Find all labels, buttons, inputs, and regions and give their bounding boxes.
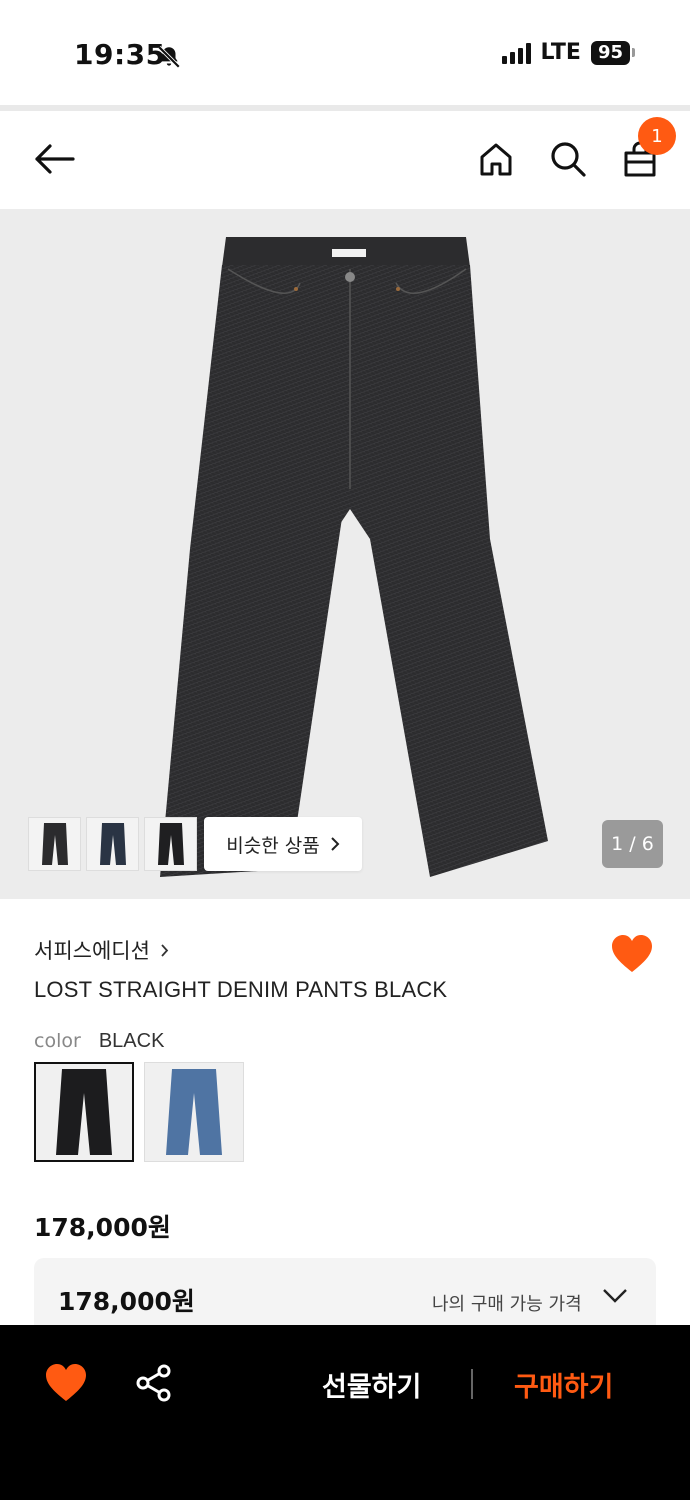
wishlist-heart-icon[interactable] [610, 932, 654, 976]
jeans-thumb-icon [41, 823, 68, 865]
bell-muted-icon [157, 45, 181, 69]
product-title: LOST STRAIGHT DENIM PANTS BLACK [34, 977, 448, 1002]
my-price-value: 178,000원 [58, 1287, 195, 1316]
jeans-swatch-icon [56, 1069, 112, 1155]
back-arrow-icon [35, 144, 75, 174]
my-price-label: 나의 구매 가능 가격 [432, 1294, 582, 1315]
buy-button[interactable]: 구매하기 [514, 1365, 613, 1404]
bottom-bar-divider [471, 1369, 473, 1399]
home-button[interactable] [474, 137, 518, 181]
status-time: 19:35 [74, 38, 166, 71]
bottom-action-bar: 선물하기 구매하기 [0, 1325, 690, 1500]
thumbnail-strip [28, 817, 197, 871]
signal-icon [501, 42, 531, 64]
similar-products-button[interactable]: 비슷한 상품 [204, 817, 362, 871]
status-bar: 19:35 LTE 95 [0, 0, 690, 106]
swatch-black[interactable] [34, 1062, 134, 1162]
product-image [160, 237, 548, 877]
jeans-thumb-icon [157, 823, 184, 865]
product-price: 178,000원 [34, 1213, 171, 1242]
network-type: LTE [540, 40, 581, 65]
swatch-blue[interactable] [144, 1062, 244, 1162]
top-nav [0, 111, 690, 209]
battery-icon: 95 [590, 40, 636, 65]
gift-button[interactable]: 선물하기 [322, 1365, 421, 1404]
thumbnail-navy[interactable] [86, 817, 139, 871]
cart-count-badge: 1 [638, 117, 676, 155]
share-icon[interactable] [134, 1363, 174, 1403]
chevron-down-icon [603, 1289, 627, 1303]
color-value: BLACK [98, 1030, 165, 1052]
brand-link[interactable]: 서피스에디션 [34, 935, 169, 965]
thumbnail-black-back[interactable] [144, 817, 197, 871]
chevron-right-icon [161, 943, 169, 957]
search-button[interactable] [546, 137, 590, 181]
gallery-page-counter: 1 / 6 [602, 820, 663, 868]
back-button[interactable] [32, 137, 76, 181]
search-icon [551, 142, 586, 177]
brand-name: 서피스에디션 [34, 939, 150, 963]
color-label: color [34, 1030, 81, 1052]
color-swatches [34, 1062, 244, 1162]
similar-products-label: 비슷한 상품 [226, 834, 320, 857]
product-image-gallery[interactable] [0, 209, 690, 899]
thumbnail-black-front[interactable] [28, 817, 81, 871]
home-icon [480, 143, 512, 176]
chevron-right-icon [331, 837, 340, 851]
jeans-swatch-icon [166, 1069, 222, 1155]
jeans-thumb-icon [99, 823, 126, 865]
color-row: color BLACK [34, 1030, 164, 1053]
wishlist-heart-icon[interactable] [44, 1361, 88, 1405]
